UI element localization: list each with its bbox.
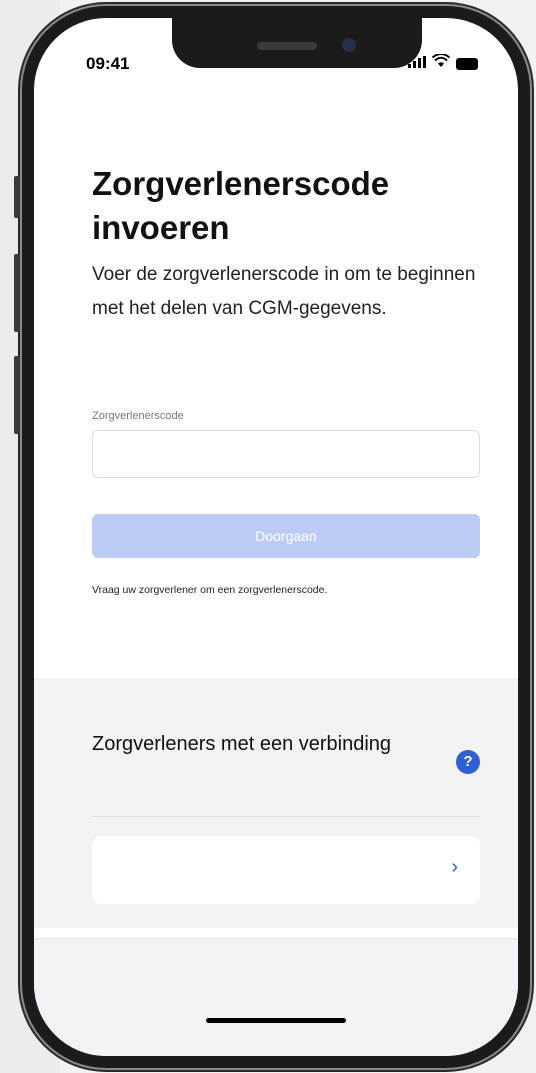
bottom-bar — [34, 938, 518, 1056]
code-field-label: Zorgverlenerscode — [92, 410, 184, 422]
connected-providers-section: Zorgverleners met een verbinding ? › — [34, 678, 518, 928]
phone-frame: 09:41 Zorgverlenerscode invoeren Voer de… — [14, 6, 530, 1068]
mute-switch — [14, 176, 20, 218]
wifi-icon — [431, 53, 451, 73]
help-icon[interactable]: ? — [456, 750, 480, 774]
camera — [342, 38, 356, 52]
chevron-right-icon: › — [451, 856, 458, 878]
section-title: Zorgverleners met een verbinding — [92, 733, 392, 755]
notch — [172, 18, 422, 68]
code-input[interactable] — [92, 430, 480, 478]
volume-down-button — [14, 356, 20, 434]
divider — [92, 816, 480, 817]
battery-icon — [456, 57, 478, 70]
code-hint: Vraag uw zorgverlener om een zorgverlene… — [92, 584, 328, 596]
home-indicator[interactable] — [206, 1018, 346, 1023]
speaker — [257, 42, 317, 50]
status-icons — [408, 53, 478, 73]
volume-up-button — [14, 254, 20, 332]
page-description: Voer de zorgverlenerscode in om te begin… — [92, 264, 476, 319]
status-time: 09:41 — [86, 54, 130, 73]
phone-screen: 09:41 Zorgverlenerscode invoeren Voer de… — [34, 18, 518, 1056]
continue-button[interactable]: Doorgaan — [92, 514, 480, 558]
provider-list-item[interactable]: › — [92, 836, 480, 904]
page-title: Zorgverlenerscode invoeren — [92, 165, 390, 246]
signal-icon — [408, 55, 426, 73]
